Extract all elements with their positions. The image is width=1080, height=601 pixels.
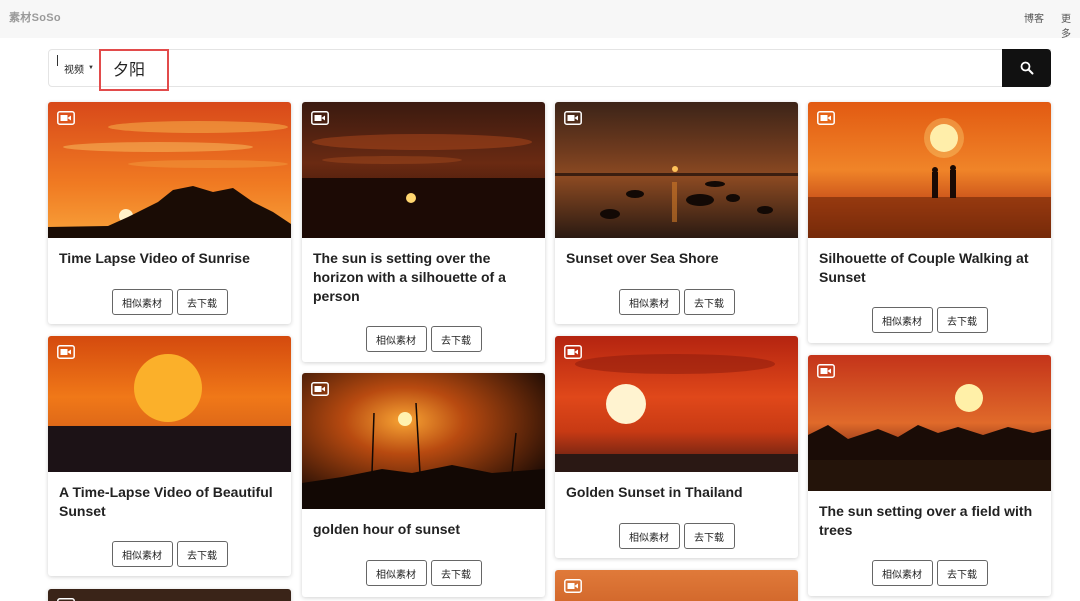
card-actions: 相似素材 去下载: [302, 560, 545, 586]
video-thumbnail[interactable]: [555, 336, 798, 472]
download-button[interactable]: 去下载: [176, 541, 228, 567]
video-thumbnail[interactable]: [808, 102, 1051, 238]
result-card[interactable]: golden hour of sunset 相似素材 去下载: [302, 373, 545, 597]
video-thumbnail[interactable]: [555, 570, 798, 601]
result-card[interactable]: [48, 589, 291, 601]
search-icon: [1020, 61, 1033, 75]
download-button[interactable]: 去下载: [683, 523, 735, 549]
download-button[interactable]: 去下载: [430, 326, 482, 352]
media-type-label: 视频: [64, 64, 84, 76]
video-thumbnail[interactable]: [48, 102, 291, 238]
download-button[interactable]: 去下载: [936, 307, 988, 333]
download-button[interactable]: 去下载: [176, 289, 228, 315]
media-type-select[interactable]: 视频 ▼: [58, 58, 94, 78]
video-camera-icon: [564, 579, 582, 593]
card-title[interactable]: A Time-Lapse Video of Beautiful Sunset: [59, 483, 281, 521]
result-card[interactable]: The sun setting over a field with trees …: [808, 355, 1051, 596]
video-camera-icon: [564, 111, 582, 125]
similar-button[interactable]: 相似素材: [365, 560, 427, 586]
video-camera-icon: [817, 111, 835, 125]
result-card[interactable]: Golden Sunset in Thailand 相似素材 去下载: [555, 336, 798, 558]
video-thumbnail[interactable]: [48, 589, 291, 601]
top-bar: 素材SoSo 博客 更多: [0, 0, 1080, 40]
result-card[interactable]: Time Lapse Video of Sunrise 相似素材 去下载: [48, 102, 291, 324]
thumbnail-image: [808, 102, 1051, 238]
thumbnail-image: [48, 102, 291, 238]
similar-button[interactable]: 相似素材: [618, 289, 680, 315]
video-thumbnail[interactable]: [302, 373, 545, 509]
thumbnail-image: [48, 336, 291, 472]
card-actions: 相似素材 去下载: [808, 307, 1051, 333]
card-title[interactable]: Sunset over Sea Shore: [566, 249, 788, 268]
similar-button[interactable]: 相似素材: [111, 289, 173, 315]
result-card[interactable]: Sunset over Sea Shore 相似素材 去下载: [555, 102, 798, 324]
search-input[interactable]: [101, 50, 1001, 86]
similar-button[interactable]: 相似素材: [618, 523, 680, 549]
result-card[interactable]: Silhouette of Couple Walking at Sunset 相…: [808, 102, 1051, 343]
card-actions: 相似素材 去下载: [808, 560, 1051, 586]
result-card[interactable]: A Time-Lapse Video of Beautiful Sunset 相…: [48, 336, 291, 576]
nav-link-blog[interactable]: 博客: [1024, 10, 1044, 25]
card-actions: 相似素材 去下载: [48, 289, 291, 315]
nav-link-more[interactable]: 更多: [1061, 10, 1080, 40]
video-camera-icon: [564, 345, 582, 359]
card-title[interactable]: golden hour of sunset: [313, 520, 535, 539]
download-button[interactable]: 去下载: [683, 289, 735, 315]
thumbnail-image: [302, 373, 545, 509]
video-camera-icon: [311, 111, 329, 125]
card-actions: 相似素材 去下载: [48, 541, 291, 567]
card-title[interactable]: Silhouette of Couple Walking at Sunset: [819, 249, 1041, 287]
thumbnail-image: [808, 355, 1051, 491]
card-actions: 相似素材 去下载: [302, 326, 545, 352]
thumbnail-image: [555, 102, 798, 238]
caret-down-icon: ▼: [88, 65, 94, 71]
thumbnail-image: [555, 336, 798, 472]
video-camera-icon: [57, 345, 75, 359]
brand-logo[interactable]: 素材SoSo: [9, 9, 61, 25]
video-thumbnail[interactable]: [555, 102, 798, 238]
result-card[interactable]: [555, 570, 798, 601]
card-actions: 相似素材 去下载: [555, 289, 798, 315]
similar-button[interactable]: 相似素材: [871, 560, 933, 586]
download-button[interactable]: 去下载: [430, 560, 482, 586]
download-button[interactable]: 去下载: [936, 560, 988, 586]
video-thumbnail[interactable]: [48, 336, 291, 472]
video-camera-icon: [57, 111, 75, 125]
thumbnail-image: [555, 570, 798, 601]
result-card[interactable]: The sun is setting over the horizon with…: [302, 102, 545, 362]
video-thumbnail[interactable]: [302, 102, 545, 238]
card-title[interactable]: The sun setting over a field with trees: [819, 502, 1041, 540]
similar-button[interactable]: 相似素材: [365, 326, 427, 352]
video-camera-icon: [817, 364, 835, 378]
similar-button[interactable]: 相似素材: [111, 541, 173, 567]
thumbnail-image: [48, 589, 291, 601]
thumbnail-image: [302, 102, 545, 238]
card-title[interactable]: The sun is setting over the horizon with…: [313, 249, 535, 306]
video-camera-icon: [311, 382, 329, 396]
card-actions: 相似素材 去下载: [555, 523, 798, 549]
search-button[interactable]: [1002, 49, 1051, 87]
card-title[interactable]: Time Lapse Video of Sunrise: [59, 249, 281, 268]
video-thumbnail[interactable]: [808, 355, 1051, 491]
card-title[interactable]: Golden Sunset in Thailand: [566, 483, 788, 502]
similar-button[interactable]: 相似素材: [871, 307, 933, 333]
